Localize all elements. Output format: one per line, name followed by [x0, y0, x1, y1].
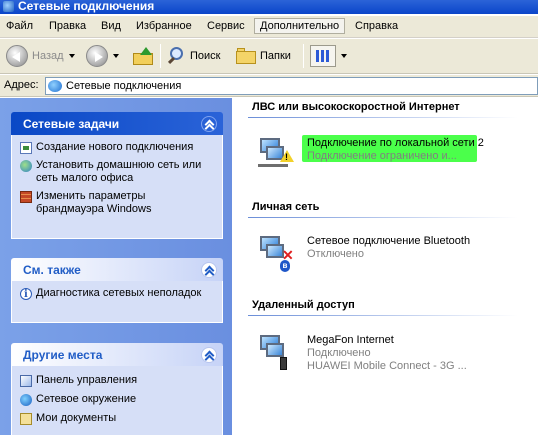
control-panel-icon [20, 375, 32, 387]
search-icon [166, 46, 186, 66]
collapse-chevron-icon[interactable] [201, 116, 217, 132]
address-field[interactable]: Сетевые подключения [45, 77, 538, 95]
views-button[interactable] [310, 43, 347, 69]
connection-name: MegaFon Internet [307, 334, 394, 346]
menu-edit[interactable]: Правка [49, 20, 86, 32]
group-header-personal-network: Личная сеть [248, 201, 532, 218]
menu-bar: Файл Правка Вид Избранное Сервис Дополни… [0, 16, 538, 38]
panel-title: См. также [23, 263, 81, 277]
group-divider [248, 315, 518, 316]
menu-advanced[interactable]: Дополнительно [254, 18, 346, 34]
collapse-chevron-icon[interactable] [201, 262, 217, 278]
network-tasks-header[interactable]: Сетевые задачи [11, 112, 223, 135]
search-label: Поиск [190, 50, 221, 62]
see-also-panel: См. также Диагностика сетевых неполадок [11, 258, 223, 323]
connection-device: HUAWEI Mobile Connect - 3G ... [307, 360, 467, 372]
my-documents-icon [20, 413, 32, 425]
network-places-icon [20, 394, 32, 406]
group-title: Удаленный доступ [252, 299, 355, 311]
up-folder-icon [132, 47, 154, 65]
link-diagnose-network[interactable]: Диагностика сетевых неполадок [20, 287, 214, 301]
task-label: Изменить параметры брандмауэра Windows [36, 190, 152, 215]
link-label: Диагностика сетевых неполадок [36, 287, 202, 299]
back-button[interactable]: Назад [6, 43, 75, 69]
network-connections-icon [48, 80, 62, 92]
connection-bluetooth[interactable]: ✕ ʙ Сетевое подключение Bluetooth Отключе… [254, 232, 534, 272]
connection-status: Подключение ограничено и... [307, 150, 457, 162]
views-icon [310, 45, 336, 67]
link-control-panel[interactable]: Панель управления [20, 374, 214, 387]
views-dropdown-icon[interactable] [341, 54, 347, 58]
other-places-header[interactable]: Другие места [11, 343, 223, 366]
network-connections-icon [3, 1, 14, 12]
group-header-lan: ЛВС или высокоскоростной Интернет [248, 101, 532, 118]
group-divider [248, 217, 518, 218]
menu-view[interactable]: Вид [101, 20, 121, 32]
panel-title: Сетевые задачи [23, 117, 120, 131]
connection-status: Подключено [307, 347, 371, 359]
toolbar-separator [303, 44, 304, 68]
group-divider [248, 117, 518, 118]
group-title: Личная сеть [252, 201, 320, 213]
connections-list: ЛВС или высокоскоростной Интернет Подклю… [232, 98, 538, 435]
link-my-documents[interactable]: Мои документы [20, 412, 214, 425]
other-places-panel: Другие места Панель управления Сетевое о… [11, 343, 223, 435]
lan-warning-icon [254, 136, 294, 172]
menu-file[interactable]: Файл [6, 20, 33, 32]
task-label: Создание нового подключения [36, 141, 194, 153]
group-header-dialup: Удаленный доступ [248, 299, 532, 316]
folders-label: Папки [260, 50, 291, 62]
task-home-network[interactable]: Установить домашнюю сеть или сеть малого… [20, 159, 214, 185]
task-create-connection[interactable]: Создание нового подключения [20, 141, 214, 154]
forward-button[interactable] [86, 43, 119, 69]
address-bar: Адрес: Сетевые подключения [0, 75, 538, 97]
forward-arrow-icon [86, 45, 108, 67]
dialup-modem-icon [254, 333, 294, 370]
back-label: Назад [32, 50, 64, 62]
link-label: Сетевое окружение [36, 393, 137, 405]
connection-status: Отключено [307, 248, 364, 260]
folders-button[interactable]: Папки [236, 43, 291, 69]
window-title: Сетевые подключения [18, 0, 155, 13]
info-icon [20, 288, 32, 301]
toolbar: Назад Поиск Папки [0, 39, 538, 74]
network-tasks-panel: Сетевые задачи Создание нового подключен… [11, 112, 223, 239]
see-also-header[interactable]: См. также [11, 258, 223, 281]
connection-name: Подключение по локальной сети 2 [307, 137, 484, 149]
connection-name: Сетевое подключение Bluetooth [307, 235, 471, 247]
menu-help[interactable]: Справка [355, 20, 398, 32]
address-label: Адрес: [4, 79, 39, 91]
back-arrow-icon [6, 45, 28, 67]
firewall-icon [20, 191, 32, 203]
task-firewall-settings[interactable]: Изменить параметры брандмауэра Windows [20, 190, 214, 216]
link-label: Панель управления [36, 374, 138, 386]
home-network-icon [20, 160, 32, 172]
link-network-places[interactable]: Сетевое окружение [20, 393, 214, 406]
address-value: Сетевые подключения [66, 80, 182, 92]
search-button[interactable]: Поиск [166, 43, 220, 69]
forward-dropdown-icon[interactable] [113, 54, 119, 58]
title-bar[interactable]: Сетевые подключения [0, 0, 538, 14]
link-label: Мои документы [36, 412, 117, 424]
new-connection-icon [20, 142, 32, 154]
group-title: ЛВС или высокоскоростной Интернет [252, 101, 460, 113]
up-folder-button[interactable] [132, 43, 154, 69]
menu-favorites[interactable]: Избранное [136, 20, 192, 32]
collapse-chevron-icon[interactable] [201, 347, 217, 363]
connection-lan-2[interactable]: Подключение по локальной сети 2 Подключе… [254, 134, 534, 174]
toolbar-separator [160, 44, 161, 68]
folders-icon [236, 48, 256, 64]
connection-megafon[interactable]: MegaFon Internet Подключено HUAWEI Mobil… [254, 331, 534, 372]
task-label: Установить домашнюю сеть или сеть малого… [36, 159, 202, 184]
menu-tools[interactable]: Сервис [207, 20, 245, 32]
panel-title: Другие места [23, 348, 103, 362]
task-pane: Сетевые задачи Создание нового подключен… [0, 98, 232, 435]
back-dropdown-icon[interactable] [68, 54, 75, 58]
bluetooth-connection-icon: ✕ ʙ [254, 234, 294, 272]
